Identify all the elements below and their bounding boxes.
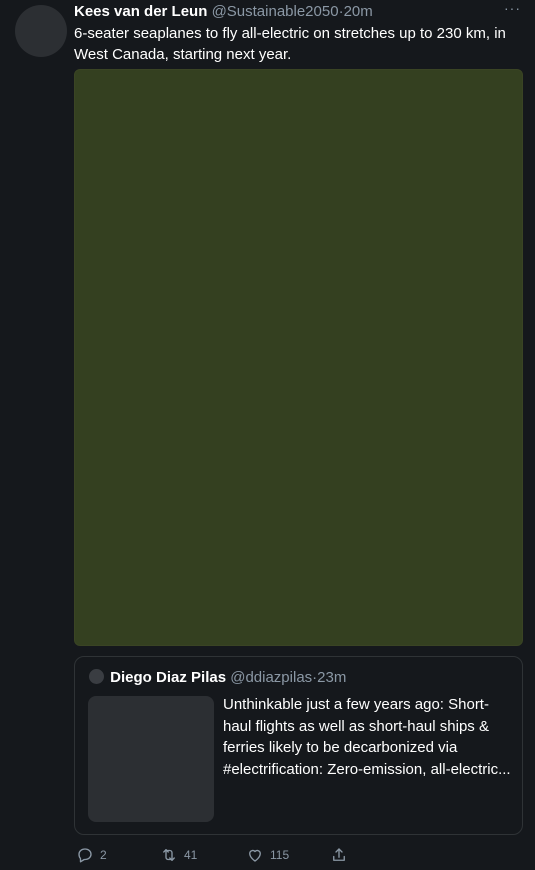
quoted-author-handle: @ddiazpilas [230,669,313,686]
quoted-tweet-text: Unthinkable just a few years ago: Short-… [223,696,511,778]
share-button[interactable] [330,844,354,866]
tweet[interactable]: Kees van der Leun @Sustainable2050·20m ·… [0,0,535,870]
reply-count: 2 [100,848,107,862]
tweet-actions: 2 41 115 [74,844,523,866]
like-count: 115 [270,848,290,862]
quoted-tweet-header: Diego Diaz Pilas @ddiazpilas·23m [89,668,346,688]
retweet-button[interactable]: 41 [160,844,197,866]
tweet-time[interactable]: 20m [344,3,373,20]
author-handle[interactable]: @Sustainable2050 [212,3,339,20]
tweet-text: 6-seater seaplanes to fly all-electric o… [74,25,506,63]
quoted-author-avatar [89,669,104,684]
quoted-tweet-media [88,696,214,822]
quoted-tweet-time: 23m [317,669,347,686]
tweet-media[interactable] [74,69,523,646]
reply-button[interactable]: 2 [76,844,107,866]
tweet-header: Kees van der Leun @Sustainable2050·20m [74,3,373,21]
author-avatar[interactable] [15,5,67,57]
heart-icon [249,849,261,862]
quoted-tweet[interactable]: Diego Diaz Pilas @ddiazpilas·23m Unthink… [74,656,523,835]
reply-icon [78,848,92,863]
quoted-author-name: Diego Diaz Pilas [110,669,227,686]
author-name[interactable]: Kees van der Leun [74,3,207,20]
retweet-icon [163,849,175,861]
more-options-icon[interactable]: ··· [504,0,521,16]
share-icon [333,848,345,861]
like-button[interactable]: 115 [246,844,289,866]
retweet-count: 41 [184,848,198,862]
